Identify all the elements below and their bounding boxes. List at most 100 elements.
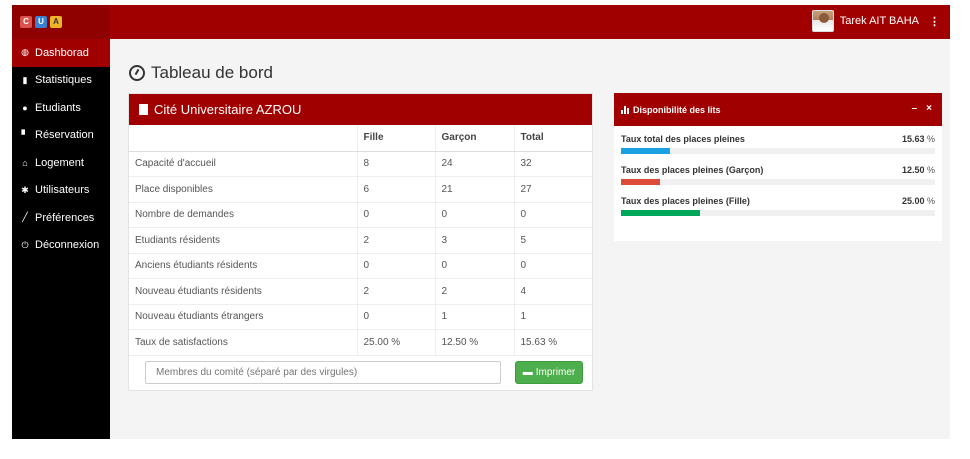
table-row: Nouveau étudiants étrangers 0 1 1 — [129, 304, 592, 330]
progress-track — [621, 148, 935, 154]
row-label: Etudiants résidents — [129, 227, 358, 254]
cell-fille: 8 — [357, 151, 436, 177]
close-icon[interactable]: × — [926, 103, 932, 114]
sidebar-item-label: Déconnexion — [35, 239, 100, 252]
sidebar-item-preferences[interactable]: ╱ Préférences — [12, 204, 110, 232]
sidebar-item-label: Etudiants — [35, 101, 81, 114]
column-header-total: Total — [514, 125, 592, 152]
bar-chart-icon — [621, 105, 629, 114]
cell-fille: 0 — [357, 253, 436, 279]
sidebar-item-dashboard[interactable]: ◍ Dashborad — [12, 39, 110, 67]
progress-item-garcon: Taux des places pleines (Garçon) 12.50 % — [621, 165, 935, 185]
residence-stats-box: Cité Universitaire AZROU Fille Garçon To… — [128, 93, 593, 391]
sidebar-item-label: Dashborad — [35, 46, 89, 59]
cell-garcon: 0 — [435, 202, 515, 228]
sidebar-item-logement[interactable]: ⌂ Logement — [12, 149, 110, 177]
cell-fille: 0 — [357, 304, 436, 330]
gear-icon: ✱ — [21, 184, 29, 195]
sidebar-item-label: Statistiques — [35, 74, 92, 87]
cell-total: 0 — [514, 253, 592, 279]
box-header: Disponibilité des lits – × — [614, 93, 942, 126]
print-button[interactable]: ▬ Imprimer — [515, 360, 583, 384]
row-label: Place disponibles — [129, 176, 358, 203]
sidebar-item-label: Logement — [35, 156, 84, 169]
progress-item-total: Taux total des places pleines 15.63 % — [621, 134, 935, 154]
row-label: Nouveau étudiants étrangers — [129, 304, 358, 330]
table-header-row: Fille Garçon Total — [129, 125, 592, 152]
sidebar-item-etudiants[interactable]: ● Etudiants — [12, 94, 110, 122]
box-header: Cité Universitaire AZROU — [129, 94, 592, 125]
progress-value: 15.63 — [901, 134, 925, 144]
cell-total: 5 — [514, 227, 592, 254]
sidebar-item-deconnexion[interactable]: ⏻ Déconnexion — [12, 232, 110, 260]
cell-garcon: 12.50 % — [435, 329, 515, 356]
sidebar-item-statistiques[interactable]: ▮ Statistiques — [12, 67, 110, 95]
column-header — [129, 125, 358, 152]
box-tools: – × — [912, 103, 932, 114]
table-row: Nouveau étudiants résidents 2 2 4 — [129, 278, 592, 305]
cell-garcon: 2 — [435, 278, 515, 305]
user-name[interactable]: Tarek AIT BAHA — [840, 15, 919, 27]
cell-total: 4 — [514, 278, 592, 305]
wrench-icon: ╱ — [22, 212, 28, 223]
progress-bar — [621, 148, 671, 154]
table-row: Anciens étudiants résidents 0 0 0 — [129, 253, 592, 279]
progress-unit: % — [926, 165, 935, 175]
row-label: Taux de satisfactions — [129, 329, 358, 356]
sidebar-item-label: Réservation — [35, 129, 94, 142]
sidebar-item-label: Utilisateurs — [35, 184, 90, 197]
cell-fille: 2 — [357, 278, 436, 305]
print-button-label: Imprimer — [535, 366, 576, 378]
cell-garcon: 0 — [435, 253, 515, 279]
table-row: Place disponibles 6 21 27 — [129, 176, 592, 203]
cell-garcon: 1 — [435, 304, 515, 330]
cell-fille: 2 — [357, 227, 436, 254]
cell-garcon: 21 — [435, 176, 515, 203]
sidebar-item-label: Préférences — [35, 211, 95, 224]
comite-members-input[interactable] — [145, 360, 501, 384]
progress-track — [621, 210, 935, 216]
sidebar: ◍ Dashborad ▮ Statistiques ● Etudiants ▘… — [12, 39, 110, 439]
cell-total: 0 — [514, 202, 592, 228]
printer-icon: ▬ — [522, 366, 533, 378]
cell-total: 1 — [514, 304, 592, 330]
column-header-fille: Fille — [357, 125, 436, 152]
page-title: Tableau de bord — [129, 63, 273, 83]
dashboard-clock-icon — [129, 65, 145, 81]
avatar[interactable] — [811, 10, 834, 32]
power-icon: ⏻ — [21, 239, 29, 250]
cell-garcon: 3 — [435, 227, 515, 254]
cell-fille: 6 — [357, 176, 436, 203]
table-row: Taux de satisfactions 25.00 % 12.50 % 15… — [129, 329, 592, 356]
progress-item-fille: Taux des places pleines (Fille) 25.00 % — [621, 196, 935, 216]
sidebar-item-utilisateurs[interactable]: ✱ Utilisateurs — [12, 177, 110, 205]
progress-unit: % — [926, 196, 935, 206]
progress-unit: % — [926, 134, 935, 144]
progress-track — [621, 179, 935, 185]
progress-list: Taux total des places pleines 15.63 % Ta… — [614, 126, 942, 216]
progress-bar — [621, 179, 661, 185]
table-row: Nombre de demandes 0 0 0 — [129, 202, 592, 228]
progress-label: Taux des places pleines (Fille) — [621, 196, 750, 206]
box-title: Cité Universitaire AZROU — [154, 102, 302, 117]
cell-garcon: 24 — [435, 151, 515, 177]
page-title-text: Tableau de bord — [151, 63, 273, 82]
dashboard-icon: ◍ — [21, 47, 29, 58]
progress-bar — [621, 210, 700, 216]
cell-total: 32 — [514, 151, 592, 177]
table-row: Capacité d'accueil 8 24 32 — [129, 151, 592, 177]
bar-chart-icon: ▮ — [22, 74, 28, 85]
table-row: Etudiants résidents 2 3 5 — [129, 227, 592, 254]
app-logo[interactable]: C U A — [12, 5, 110, 39]
row-label: Nombre de demandes — [129, 202, 358, 228]
progress-value: 12.50 — [901, 165, 925, 175]
cell-total: 27 — [514, 176, 592, 203]
top-navbar: C U A Tarek AIT BAHA ⋮ — [12, 5, 950, 39]
user-icon: ● — [22, 102, 28, 113]
user-menu[interactable]: Tarek AIT BAHA ⋮ — [811, 10, 940, 32]
logo-letter-c: C — [20, 16, 32, 28]
sidebar-item-reservation[interactable]: ▘ Réservation — [12, 122, 110, 150]
kebab-menu-icon[interactable]: ⋮ — [929, 15, 940, 28]
cell-fille: 25.00 % — [357, 329, 436, 356]
minimize-icon[interactable]: – — [912, 103, 918, 114]
